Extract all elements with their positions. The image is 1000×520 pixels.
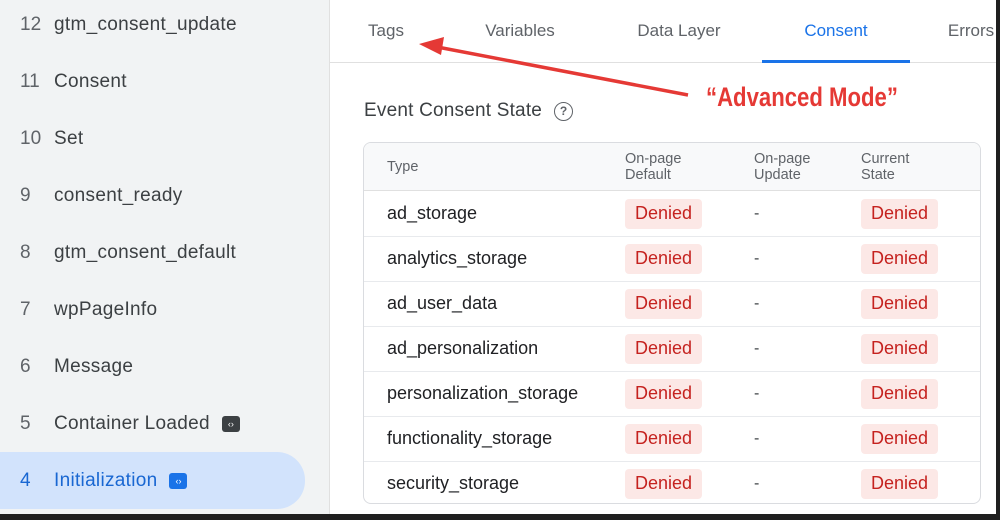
annotation-arrow [419,37,689,97]
annotation-label: “Advanced Mode” [706,82,898,112]
arrow-line [431,44,689,97]
debug-window: 12 gtm_consent_update 11 Consent 10 Set … [0,0,996,514]
arrow-head [419,37,444,55]
